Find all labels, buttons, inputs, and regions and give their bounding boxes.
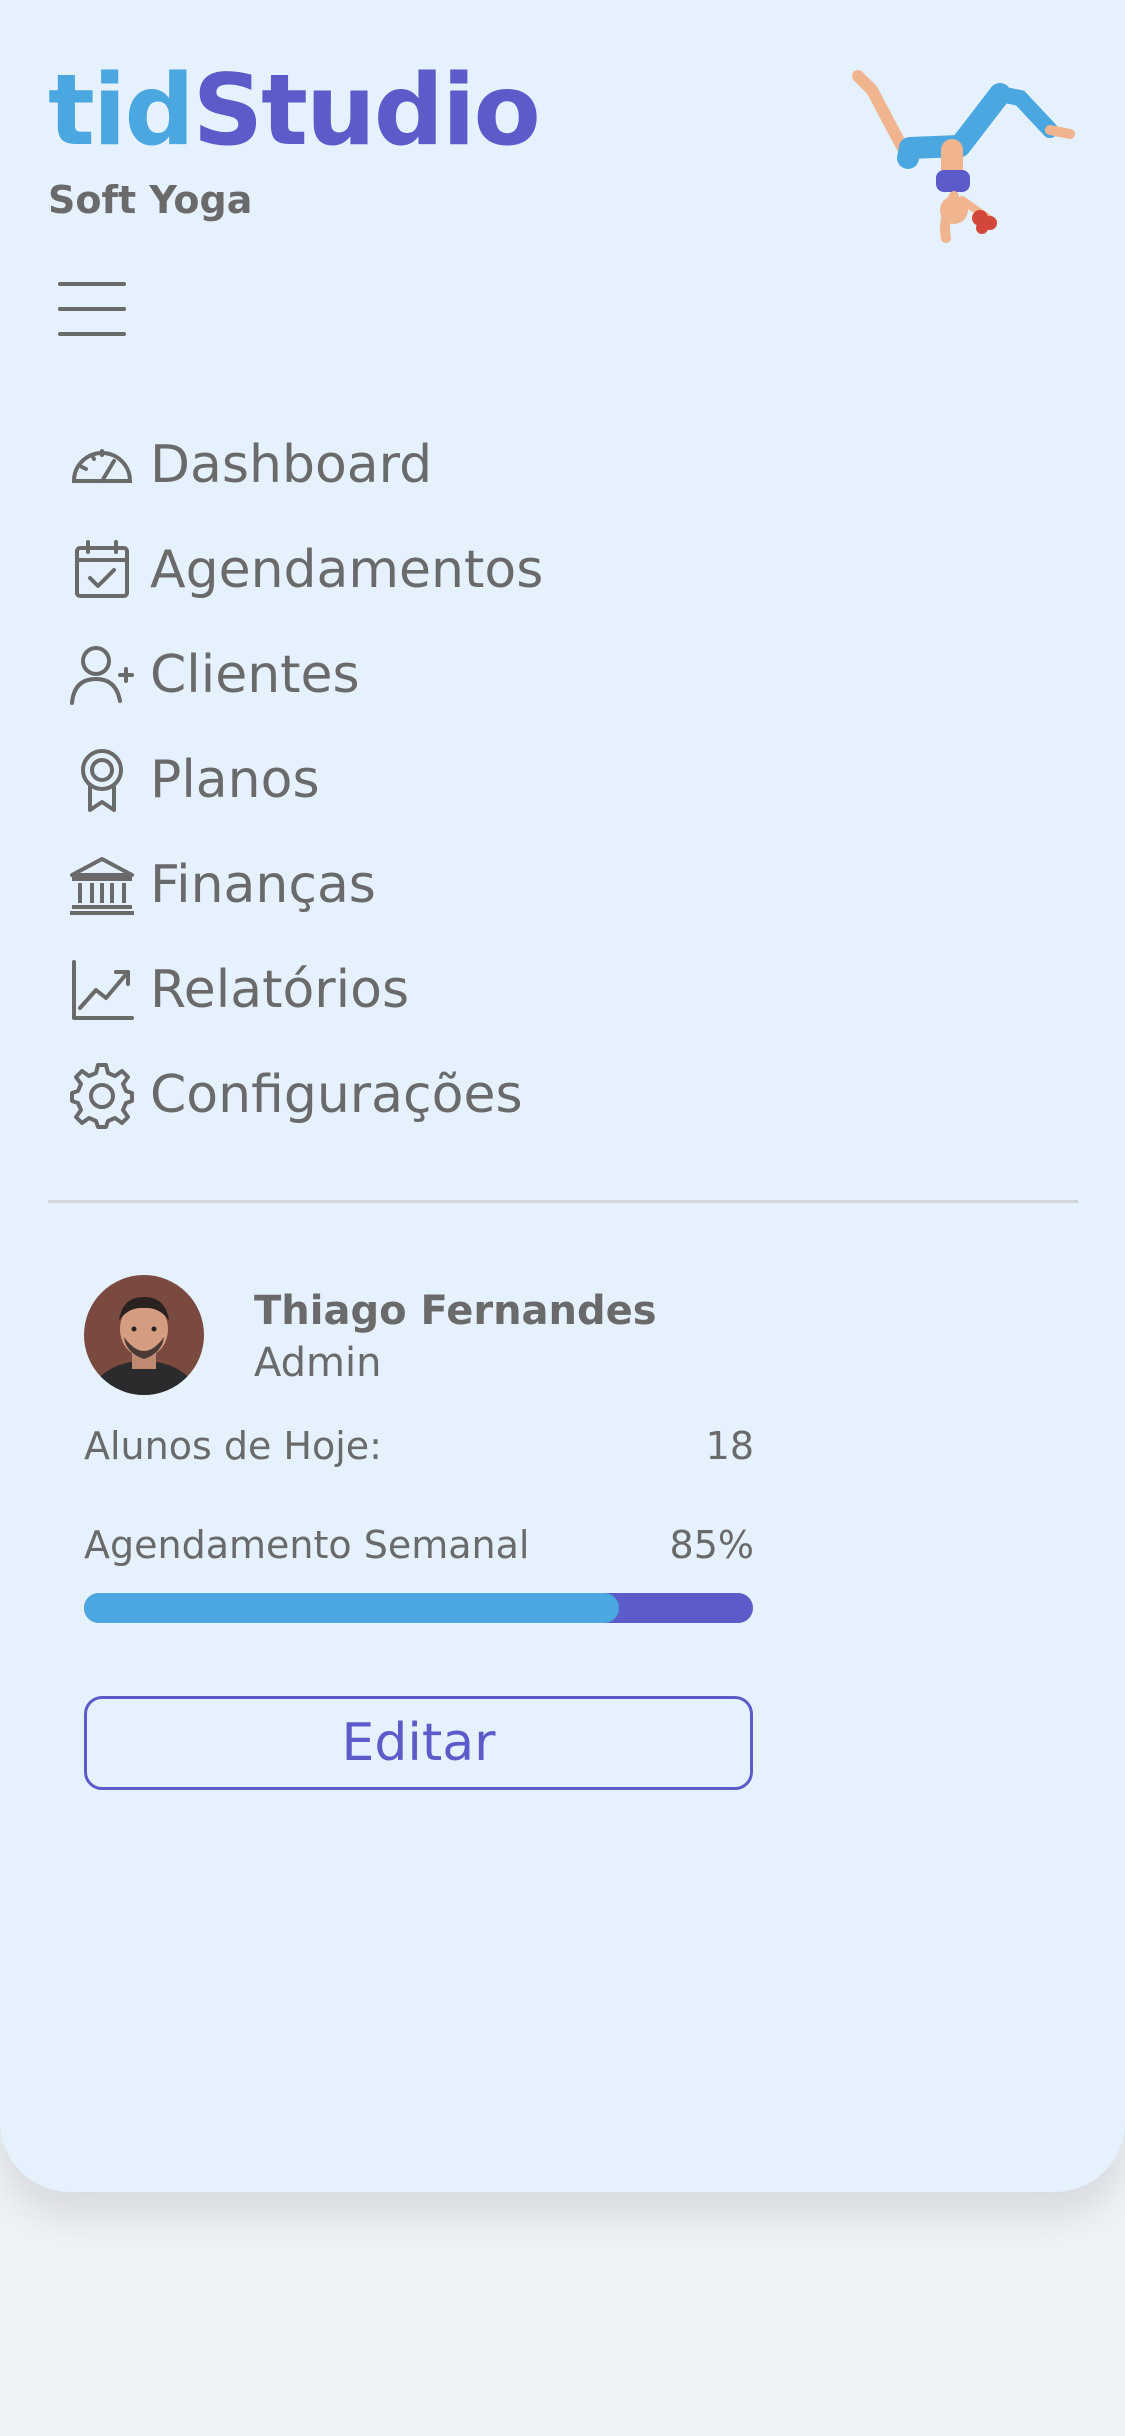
students-today-row: Alunos de Hoje: 18 [84, 1424, 754, 1468]
nav-menu: Dashboard Agendamentos Clientes Planos F… [68, 412, 543, 1147]
nav-label: Agendamentos [150, 539, 544, 600]
nav-label: Clientes [150, 644, 360, 705]
brand: tidStudio Soft Yoga [48, 62, 541, 222]
brand-subtitle: Soft Yoga [48, 178, 253, 222]
logo-part-studio: Studio [192, 54, 541, 168]
nav-label: Finanças [150, 854, 376, 915]
weekly-schedule-label: Agendamento Semanal [84, 1523, 530, 1567]
weekly-schedule-row: Agendamento Semanal 85% [84, 1523, 754, 1567]
weekly-schedule-value: 85% [669, 1523, 754, 1567]
yoga-illustration [852, 70, 1075, 243]
user-plus-icon [70, 645, 134, 705]
nav-item-relatorios[interactable]: Relatórios [68, 937, 543, 1042]
menu-line-icon [58, 307, 126, 311]
menu-line-icon [58, 332, 126, 336]
progress-fill [84, 1593, 620, 1623]
students-today-value: 18 [705, 1424, 754, 1468]
avatar[interactable] [84, 1275, 204, 1395]
logo[interactable]: tidStudio [48, 62, 541, 160]
nav-label: Dashboard [150, 434, 433, 495]
nav-label: Planos [150, 749, 320, 810]
divider [48, 1200, 1078, 1203]
user-name: Thiago Fernandes [254, 1288, 657, 1334]
nav-label: Relatórios [150, 959, 410, 1020]
user-role: Admin [254, 1340, 382, 1386]
nav-item-configuracoes[interactable]: Configurações [68, 1042, 543, 1147]
nav-item-agendamentos[interactable]: Agendamentos [68, 517, 543, 622]
students-today-label: Alunos de Hoje: [84, 1424, 382, 1468]
menu-line-icon [58, 282, 126, 286]
nav-item-dashboard[interactable]: Dashboard [68, 412, 543, 517]
nav-label: Configurações [150, 1064, 523, 1125]
gear-icon [70, 1062, 134, 1129]
nav-item-clientes[interactable]: Clientes [68, 622, 543, 727]
nav-item-planos[interactable]: Planos [68, 727, 543, 832]
sidebar-panel: tidStudio Soft Yoga Dashboard Agendament… [0, 0, 1125, 2192]
award-icon [81, 748, 123, 812]
weekly-schedule-progress [84, 1593, 753, 1623]
logo-part-tid: tid [48, 54, 195, 168]
chart-line-icon [72, 959, 134, 1020]
nav-item-financas[interactable]: Finanças [68, 832, 543, 937]
calendar-check-icon [75, 539, 129, 598]
bank-icon [70, 856, 134, 915]
gauge-icon [71, 448, 133, 483]
hamburger-menu-button[interactable] [58, 282, 128, 336]
edit-button[interactable]: Editar [84, 1696, 753, 1790]
